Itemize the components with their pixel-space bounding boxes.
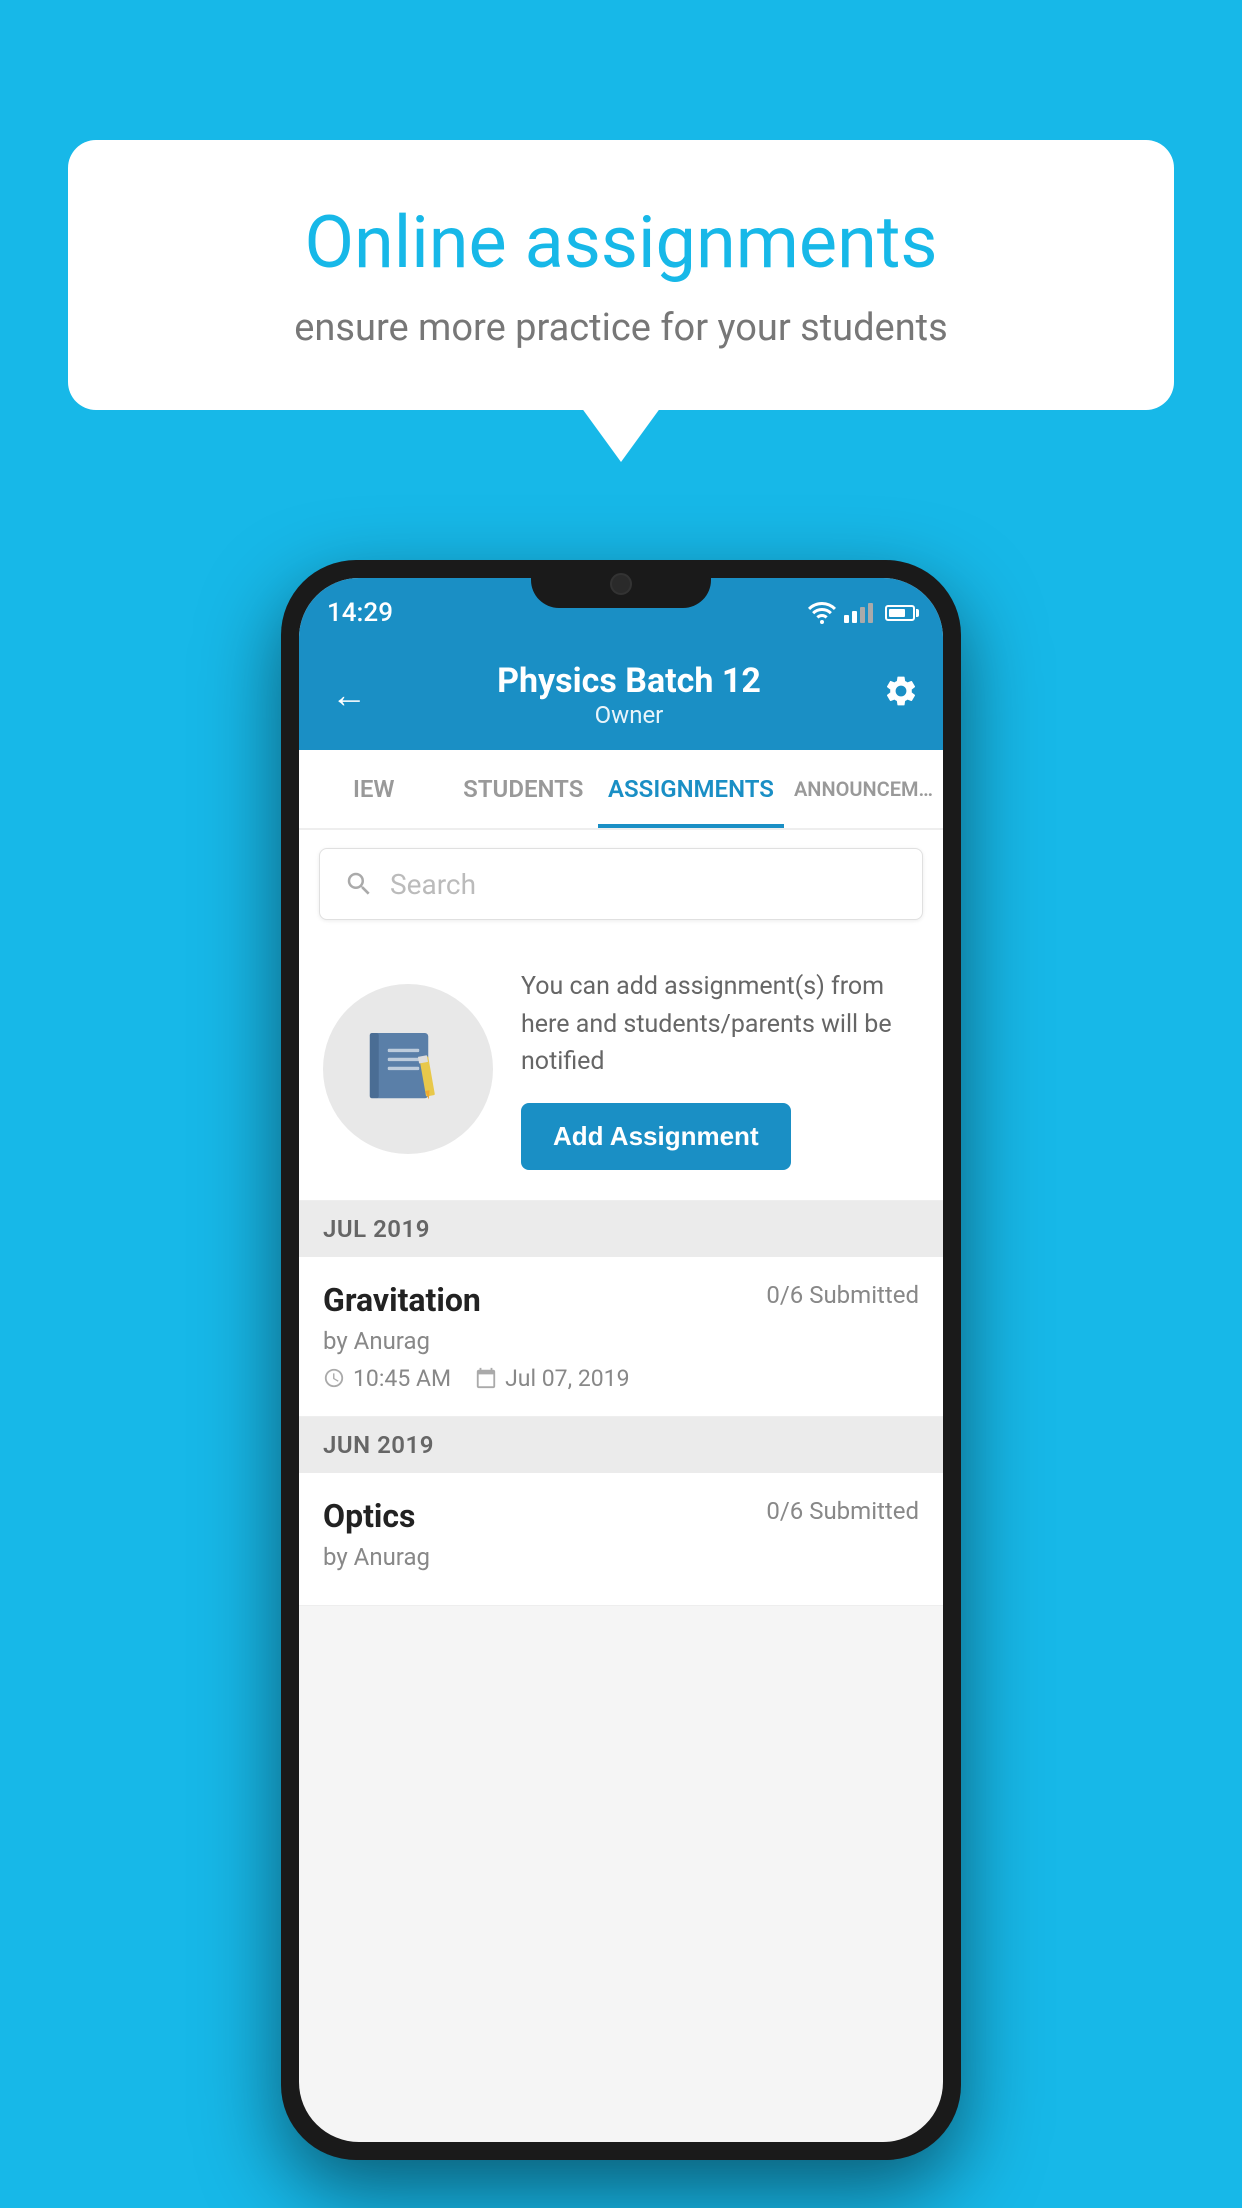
battery-icon [885, 605, 915, 621]
assignment-name: Gravitation [323, 1281, 481, 1319]
phone-notch [531, 560, 711, 608]
assignment-submitted: 0/6 Submitted [766, 1281, 919, 1309]
assignment-optics-by: by Anurag [323, 1543, 919, 1571]
phone-frame: 14:29 [281, 560, 961, 2160]
tabs-container: IEW STUDENTS ASSIGNMENTS ANNOUNCEM… [299, 750, 943, 830]
empty-assignment-area: You can add assignment(s) from here and … [299, 938, 943, 1201]
tab-students[interactable]: STUDENTS [449, 750, 599, 828]
assignment-optics-name: Optics [323, 1497, 415, 1535]
assignment-by: by Anurag [323, 1327, 919, 1355]
assignment-item-header: Gravitation 0/6 Submitted [323, 1281, 919, 1319]
phone-screen: 14:29 [299, 578, 943, 2142]
add-assignment-button[interactable]: Add Assignment [521, 1103, 791, 1170]
tab-assignments[interactable]: ASSIGNMENTS [598, 750, 784, 828]
section-header-jun: JUN 2019 [299, 1417, 943, 1473]
search-placeholder: Search [390, 868, 476, 901]
speech-bubble-subtitle: ensure more practice for your students [138, 306, 1104, 350]
app-bar-title-container: Physics Batch 12 Owner [391, 661, 867, 729]
signal-icon [844, 603, 873, 623]
notebook-icon [363, 1024, 453, 1114]
phone-camera [610, 573, 632, 595]
app-bar-main-title: Physics Batch 12 [391, 661, 867, 701]
speech-bubble-container: Online assignments ensure more practice … [68, 140, 1174, 410]
assignment-item-optics[interactable]: Optics 0/6 Submitted by Anurag [299, 1473, 943, 1606]
assignment-time: 10:45 AM [323, 1365, 451, 1392]
assignment-item-optics-header: Optics 0/6 Submitted [323, 1497, 919, 1535]
search-container: Search [299, 830, 943, 938]
settings-icon[interactable] [883, 673, 919, 718]
assignment-meta: 10:45 AM Jul 07, 2019 [323, 1365, 919, 1392]
assignment-info: You can add assignment(s) from here and … [521, 968, 919, 1170]
phone-container: 14:29 [281, 560, 961, 2160]
assignment-optics-submitted: 0/6 Submitted [766, 1497, 919, 1525]
search-bar[interactable]: Search [319, 848, 923, 920]
clock-icon [323, 1367, 345, 1389]
section-header-jul: JUL 2019 [299, 1201, 943, 1257]
tab-iew[interactable]: IEW [299, 750, 449, 828]
tab-announcements[interactable]: ANNOUNCEM… [784, 750, 943, 828]
speech-bubble: Online assignments ensure more practice … [68, 140, 1174, 410]
assignment-date: Jul 07, 2019 [475, 1365, 629, 1392]
assignment-date-value: Jul 07, 2019 [505, 1365, 629, 1392]
assignment-time-value: 10:45 AM [353, 1365, 451, 1392]
status-time: 14:29 [327, 598, 393, 628]
search-icon [344, 869, 374, 899]
app-bar-subtitle: Owner [391, 701, 867, 729]
notebook-icon-circle [323, 984, 493, 1154]
wifi-icon [808, 602, 836, 624]
calendar-icon [475, 1367, 497, 1389]
status-icons [808, 602, 915, 624]
assignment-item-gravitation[interactable]: Gravitation 0/6 Submitted by Anurag 10:4… [299, 1257, 943, 1417]
speech-bubble-title: Online assignments [138, 200, 1104, 286]
app-bar: ← Physics Batch 12 Owner [299, 640, 943, 750]
back-button[interactable]: ← [323, 666, 375, 724]
assignment-description: You can add assignment(s) from here and … [521, 968, 919, 1081]
